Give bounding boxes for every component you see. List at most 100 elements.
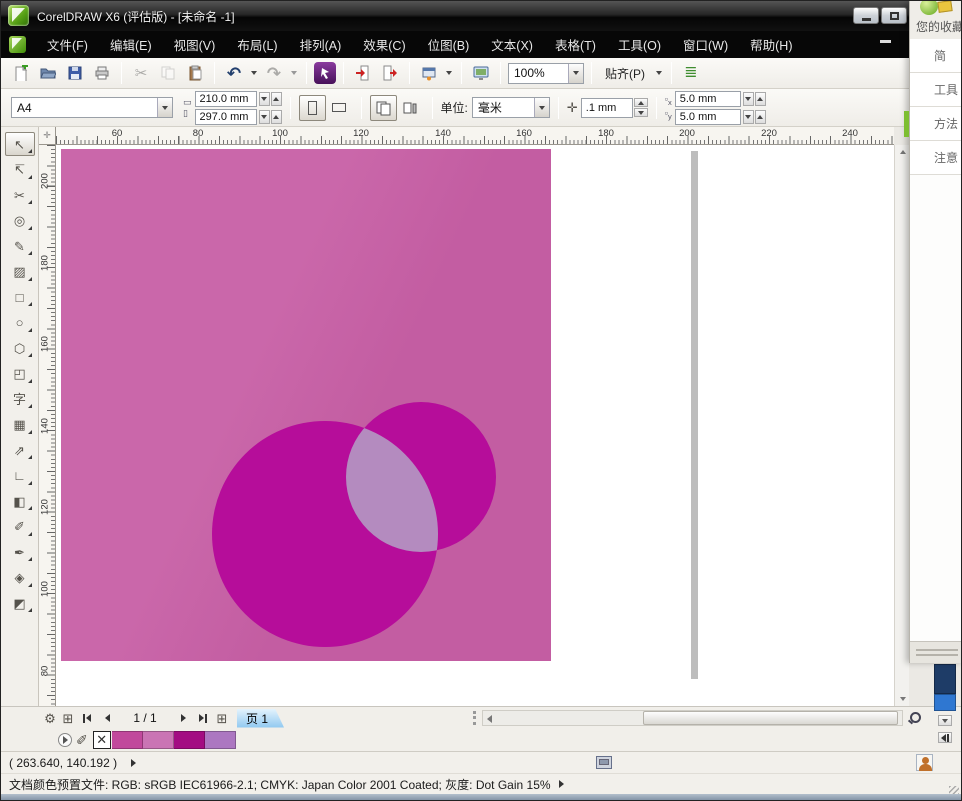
profile-expand-icon[interactable] <box>559 780 564 788</box>
hints-panel-resize-grip[interactable] <box>910 641 962 663</box>
units-combobox[interactable]: 毫米 <box>472 97 550 118</box>
page-height-field[interactable]: 297.0 mm <box>195 109 257 125</box>
polygon-tool[interactable]: ⬡ <box>5 336 35 360</box>
search-content-button[interactable] <box>314 62 336 84</box>
color-eyedropper-tool[interactable]: ✐ <box>5 515 35 539</box>
proof-colors-icon[interactable] <box>596 756 612 769</box>
menu-edit[interactable]: 编辑(E) <box>99 30 163 59</box>
hints-item-tools[interactable]: 工具 <box>910 73 962 107</box>
menu-window[interactable]: 窗口(W) <box>672 30 739 59</box>
copy-button[interactable] <box>156 61 180 85</box>
width-spin-up[interactable] <box>271 92 282 106</box>
palette-expand-button[interactable] <box>938 732 952 743</box>
basic-shapes-tool[interactable]: ◰ <box>5 362 35 386</box>
palette-scroll-down-button[interactable] <box>938 715 952 726</box>
duplicate-distance-x-field[interactable]: 5.0 mm <box>675 91 741 107</box>
smart-fill-tool[interactable]: ▨ <box>5 260 35 284</box>
menu-bitmaps[interactable]: 位图(B) <box>417 30 481 59</box>
menu-help[interactable]: 帮助(H) <box>739 30 803 59</box>
duplicate-distance-y-field[interactable]: 5.0 mm <box>675 109 741 125</box>
units-combobox-arrow[interactable] <box>534 98 549 117</box>
swatch-light-pink[interactable] <box>143 731 174 749</box>
connector-tool[interactable]: ∟ <box>5 464 35 488</box>
ruler-origin-button[interactable]: ✛ <box>39 127 56 145</box>
swatch-light-purple[interactable] <box>205 731 236 749</box>
blend-tool[interactable]: ◧ <box>5 489 35 513</box>
horizontal-scrollbar[interactable] <box>482 710 903 726</box>
page-size-preset-combobox[interactable]: A4 <box>11 97 173 118</box>
vertical-scrollbar[interactable] <box>894 145 909 706</box>
portrait-button[interactable] <box>299 95 326 121</box>
all-pages-button[interactable] <box>370 95 397 121</box>
document-minimize-button[interactable] <box>880 40 891 43</box>
first-page-button[interactable] <box>77 709 97 727</box>
palette-flyout-button[interactable] <box>58 733 72 747</box>
import-button[interactable] <box>351 61 375 85</box>
navigator-zoom-button[interactable] <box>907 710 923 726</box>
save-button[interactable] <box>63 61 87 85</box>
redo-button[interactable]: ↷ <box>262 61 286 85</box>
height-spin-down[interactable] <box>259 110 270 124</box>
welcome-screen-button[interactable] <box>469 61 493 85</box>
nudge-spin-up[interactable] <box>634 98 648 107</box>
pane-splitter[interactable] <box>473 711 476 725</box>
interactive-fill-tool[interactable]: ◩ <box>5 591 35 615</box>
zoom-level-combobox[interactable]: 100% <box>508 63 584 84</box>
quick-customize-button[interactable]: ⚙ <box>41 709 59 727</box>
options-button[interactable]: ≣ <box>679 61 703 85</box>
hints-item-brief[interactable]: 简 <box>910 39 962 73</box>
membership-account-button[interactable] <box>916 754 933 771</box>
application-launcher-button[interactable] <box>417 61 441 85</box>
pick-tool[interactable]: ↖ <box>5 132 35 156</box>
dimension-tool[interactable]: ⇗ <box>5 438 35 462</box>
zoom-tool[interactable]: ◎ <box>5 209 35 233</box>
last-page-button[interactable] <box>193 709 213 727</box>
outline-pen-tool[interactable]: ✒ <box>5 540 35 564</box>
paste-button[interactable] <box>183 61 207 85</box>
minimize-button[interactable] <box>853 7 879 24</box>
rectangle-tool[interactable]: □ <box>5 285 35 309</box>
menu-layout[interactable]: 布局(L) <box>226 30 288 59</box>
menu-table[interactable]: 表格(T) <box>544 30 607 59</box>
status-expand-icon[interactable] <box>131 759 136 767</box>
menu-tools[interactable]: 工具(O) <box>607 30 672 59</box>
cut-button[interactable]: ✂ <box>129 61 153 85</box>
scroll-left-icon[interactable] <box>487 715 492 723</box>
new-document-button[interactable] <box>9 61 33 85</box>
scroll-up-button[interactable] <box>895 145 910 159</box>
preset-combobox-arrow[interactable] <box>157 98 172 117</box>
height-spin-up[interactable] <box>271 110 282 124</box>
hints-item-method[interactable]: 方法 <box>910 107 962 141</box>
next-page-button[interactable] <box>173 709 193 727</box>
width-spin-down[interactable] <box>259 92 270 106</box>
dup-x-spin-down[interactable] <box>743 92 754 106</box>
export-button[interactable] <box>378 61 402 85</box>
vertical-ruler[interactable]: 20018016014012010080 <box>39 145 56 706</box>
horizontal-scrollbar-thumb[interactable] <box>643 711 898 725</box>
maximize-button[interactable] <box>881 7 907 24</box>
text-tool[interactable]: 字 <box>5 387 35 411</box>
dup-x-spin-up[interactable] <box>755 92 766 106</box>
swatch-blue[interactable] <box>934 694 956 711</box>
add-page-after-button[interactable]: ⊞ <box>213 709 231 727</box>
nudge-offset-field[interactable]: .1 mm <box>581 98 633 118</box>
undo-dropdown[interactable] <box>249 62 259 84</box>
print-button[interactable] <box>90 61 114 85</box>
menu-view[interactable]: 视图(V) <box>163 30 227 59</box>
menu-effects[interactable]: 效果(C) <box>352 30 416 59</box>
hints-item-note[interactable]: 注意 <box>910 141 962 175</box>
no-color-swatch[interactable]: ✕ <box>93 731 111 749</box>
current-page-button[interactable] <box>397 95 424 121</box>
nudge-spin-down[interactable] <box>634 108 648 117</box>
palette-eyedropper-icon[interactable]: ✐ <box>76 733 88 747</box>
resize-grip[interactable] <box>949 786 959 794</box>
previous-page-button[interactable] <box>97 709 117 727</box>
open-button[interactable] <box>36 61 60 85</box>
fill-tool[interactable]: ◈ <box>5 566 35 590</box>
snap-to-button[interactable]: 贴齐(P) <box>599 62 651 85</box>
menu-text[interactable]: 文本(X) <box>480 30 544 59</box>
landscape-button[interactable] <box>326 95 353 121</box>
scroll-down-button[interactable] <box>895 692 910 706</box>
zoom-combobox-arrow[interactable] <box>568 64 583 83</box>
shape-tool[interactable]: ↸ <box>5 158 35 182</box>
